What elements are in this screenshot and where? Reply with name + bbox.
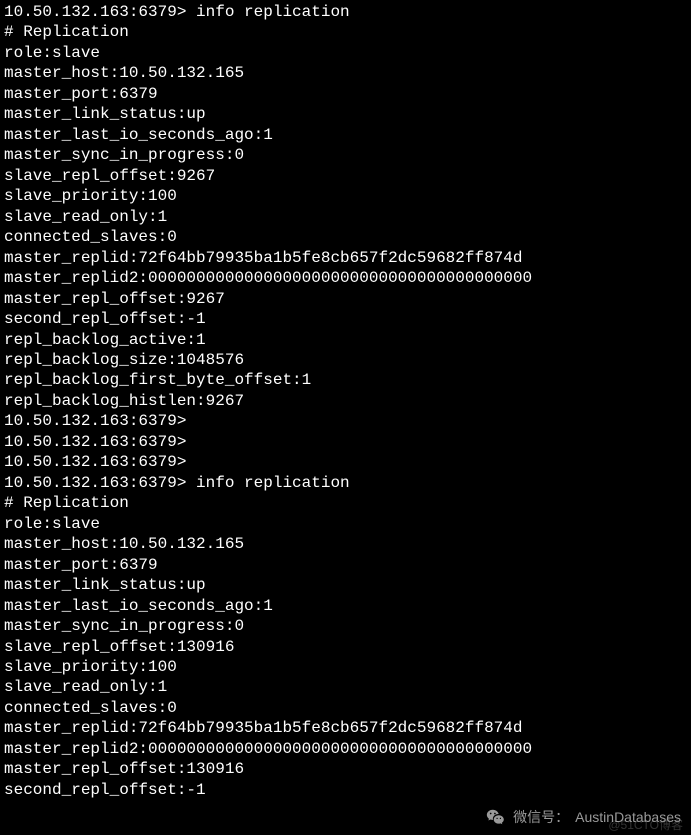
terminal-line: slave_read_only:1 bbox=[4, 207, 687, 227]
terminal-line: # Replication bbox=[4, 22, 687, 42]
terminal-line: master_sync_in_progress:0 bbox=[4, 145, 687, 165]
terminal-line: 10.50.132.163:6379> bbox=[4, 452, 687, 472]
terminal-line: slave_read_only:1 bbox=[4, 677, 687, 697]
terminal-line: master_host:10.50.132.165 bbox=[4, 63, 687, 83]
terminal-line: master_port:6379 bbox=[4, 84, 687, 104]
terminal-line: second_repl_offset:-1 bbox=[4, 309, 687, 329]
terminal-line: role:slave bbox=[4, 43, 687, 63]
terminal-line: master_host:10.50.132.165 bbox=[4, 534, 687, 554]
terminal-line: slave_repl_offset:9267 bbox=[4, 166, 687, 186]
terminal-line: master_sync_in_progress:0 bbox=[4, 616, 687, 636]
terminal-line: role:slave bbox=[4, 514, 687, 534]
terminal-line: # Replication bbox=[4, 493, 687, 513]
terminal-line: repl_backlog_active:1 bbox=[4, 330, 687, 350]
terminal-line: connected_slaves:0 bbox=[4, 698, 687, 718]
terminal-line: slave_repl_offset:130916 bbox=[4, 637, 687, 657]
terminal-line: master_repl_offset:130916 bbox=[4, 759, 687, 779]
terminal-line: master_link_status:up bbox=[4, 575, 687, 595]
terminal-line: repl_backlog_histlen:9267 bbox=[4, 391, 687, 411]
terminal-line: master_replid:72f64bb79935ba1b5fe8cb657f… bbox=[4, 718, 687, 738]
terminal-line: second_repl_offset:-1 bbox=[4, 780, 687, 800]
terminal-line: master_link_status:up bbox=[4, 104, 687, 124]
terminal-line: master_replid2:0000000000000000000000000… bbox=[4, 739, 687, 759]
terminal-line: 10.50.132.163:6379> bbox=[4, 411, 687, 431]
terminal-output: 10.50.132.163:6379> info replication# Re… bbox=[4, 2, 687, 800]
wechat-icon bbox=[485, 807, 507, 829]
terminal-line: connected_slaves:0 bbox=[4, 227, 687, 247]
terminal-line: master_repl_offset:9267 bbox=[4, 289, 687, 309]
terminal-line: master_last_io_seconds_ago:1 bbox=[4, 596, 687, 616]
terminal-line: repl_backlog_first_byte_offset:1 bbox=[4, 370, 687, 390]
terminal-line: master_replid:72f64bb79935ba1b5fe8cb657f… bbox=[4, 248, 687, 268]
terminal-line: master_port:6379 bbox=[4, 555, 687, 575]
terminal-line: slave_priority:100 bbox=[4, 657, 687, 677]
blog-watermark: @51CTO博客 bbox=[608, 818, 683, 833]
watermark-label: 微信号： bbox=[513, 809, 569, 827]
terminal-line: master_last_io_seconds_ago:1 bbox=[4, 125, 687, 145]
terminal-line: slave_priority:100 bbox=[4, 186, 687, 206]
terminal-line: 10.50.132.163:6379> bbox=[4, 432, 687, 452]
terminal-line: master_replid2:0000000000000000000000000… bbox=[4, 268, 687, 288]
terminal-line: repl_backlog_size:1048576 bbox=[4, 350, 687, 370]
terminal-line: 10.50.132.163:6379> info replication bbox=[4, 473, 687, 493]
terminal-line: 10.50.132.163:6379> info replication bbox=[4, 2, 687, 22]
